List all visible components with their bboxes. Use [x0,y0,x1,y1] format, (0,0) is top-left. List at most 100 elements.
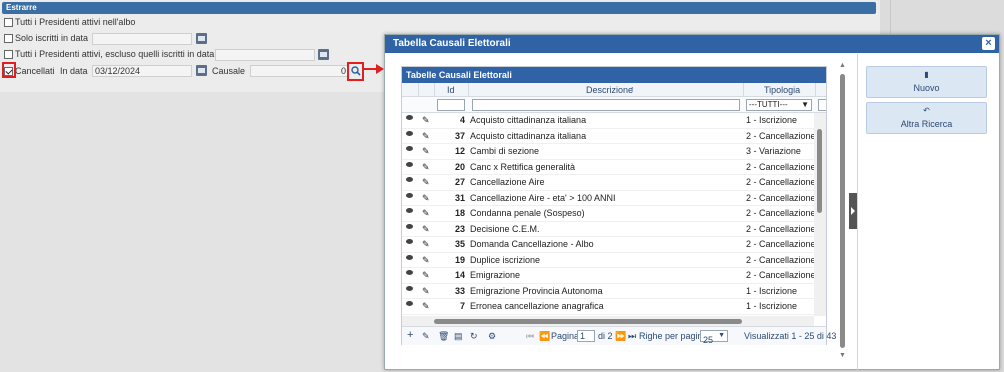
checkbox[interactable] [4,49,13,59]
extra-filter-input[interactable] [818,99,826,111]
view-icon[interactable] [406,146,413,151]
escluso-date-field[interactable] [215,49,315,61]
edit-icon[interactable]: ✎ [422,177,430,188]
refresh-icon[interactable]: ↻ [470,331,478,342]
edit-icon[interactable]: ✎ [422,270,430,281]
edit-icon[interactable]: ✎ [422,255,430,266]
in-data-field[interactable]: 03/12/2024 [92,65,192,77]
delete-icon[interactable]: 🗑 [438,331,449,342]
calendar-icon[interactable] [318,49,329,60]
table-row[interactable]: ✎ 37 Acquisto cittadinanza italiana 2 - Can… [402,129,814,144]
table-row[interactable]: ✎ 7 Erronea cancellazione anagrafica 1 - Is… [402,299,814,315]
checkbox[interactable] [4,17,13,27]
cell-descrizione: Decisione C.E.M. [470,223,540,234]
first-page-icon[interactable]: ⏮ [526,331,534,342]
cell-tipologia: 2 - Cancellazione [746,239,814,249]
grid-vertical-scrollbar[interactable] [814,113,826,316]
causali-modal: Tabella Causali Elettorali × Tabelle Cau… [384,34,1000,370]
modal-vertical-scrollbar[interactable]: ▲ ▼ [837,62,847,362]
page-input[interactable]: 1 [577,330,595,342]
id-filter-input[interactable] [437,99,465,111]
view-icon[interactable] [406,130,413,136]
table-row[interactable]: ✎ 23 Decisione C.E.M. 2 - Cancellazione [402,222,814,237]
edit-icon[interactable]: ✎ [422,162,430,173]
option-solo-iscritti[interactable]: Solo iscritti in data [4,31,88,45]
view-icon[interactable] [406,177,413,182]
view-icon[interactable] [406,192,413,198]
in-data-label: In data [60,66,88,76]
calendar-icon[interactable] [196,65,207,76]
view-icon[interactable] [406,270,413,275]
view-icon[interactable] [406,161,413,167]
table-row[interactable]: ✎ 19 Duplice iscrizione 2 - Cancellazione [402,253,814,268]
edit-icon[interactable]: ✎ [422,146,430,157]
column-header-tipologia[interactable]: Tipologia [764,85,800,95]
rows-per-page-select[interactable]: 25 ▼ [700,330,728,345]
grid-title: Tabelle Causali Elettorali [402,67,826,83]
option-tutti-presidenti[interactable]: Tutti i Presidenti attivi nell'albo [4,15,135,29]
option-escluso-iscritti[interactable]: Tutti i Presidenti attivi, escluso quell… [4,47,214,61]
column-divider [468,83,469,97]
solo-iscritti-date-field[interactable] [92,33,192,45]
edit-icon[interactable]: ✎ [422,331,430,342]
view-icon[interactable] [406,285,413,291]
nuovo-button[interactable]: ▮ Nuovo [866,66,987,98]
edit-icon[interactable]: ✎ [422,301,430,312]
cell-descrizione: Erronea cancellazione anagrafica [470,301,604,311]
edit-icon[interactable]: ✎ [422,115,430,126]
grid-body: ✎ 4 Acquisto cittadinanza italiana 1 - Iscr… [402,113,814,316]
view-icon[interactable] [406,223,413,229]
scroll-down-icon[interactable]: ▼ [839,352,846,359]
view-icon[interactable] [406,208,413,213]
column-header-id[interactable]: Id [447,85,455,95]
view-icon[interactable] [406,239,413,244]
next-page-icon[interactable]: ⏩ [615,331,626,342]
prev-page-icon[interactable]: ⏪ [539,331,550,342]
cell-id: 18 [454,208,465,218]
scrollbar-thumb[interactable] [840,74,845,348]
scrollbar-thumb[interactable] [434,319,742,324]
calendar-icon[interactable] [196,33,207,44]
column-divider [743,83,744,97]
table-row[interactable]: ✎ 12 Cambi di sezione 3 - Variazione [402,144,814,160]
undo-icon: ↶ [923,106,930,115]
table-row[interactable]: ✎ 31 Cancellazione Aire - eta' > 100 ANNI 2… [402,191,814,206]
gear-icon[interactable]: ⚙ [488,331,496,342]
grid-horizontal-scrollbar[interactable] [402,316,814,326]
background-divider [890,0,891,34]
last-page-icon[interactable]: ⏭ [628,331,636,342]
table-row[interactable]: ✎ 20 Canc x Rettifica generalità 2 - Cancel… [402,160,814,175]
causali-grid: Tabelle Causali Elettorali Id Descrizion… [401,66,836,345]
export-icon[interactable]: ▤ [454,331,463,342]
edit-icon[interactable]: ✎ [422,286,430,297]
table-row[interactable]: ✎ 18 Condanna penale (Sospeso) 2 - Cancella… [402,206,814,222]
checkbox[interactable] [4,33,13,43]
scroll-up-icon[interactable]: ▲ [839,62,846,69]
cell-id: 19 [454,254,465,265]
edit-icon[interactable]: ✎ [422,131,430,142]
cell-descrizione: Duplice iscrizione [470,254,541,265]
close-icon[interactable]: × [982,37,995,50]
table-row[interactable]: ✎ 35 Domanda Cancellazione - Albo 2 - Cance… [402,237,814,253]
edit-icon[interactable]: ✎ [422,224,430,235]
sort-asc-icon[interactable]: ↑ [630,84,635,94]
table-row[interactable]: ✎ 33 Emigrazione Provincia Autonoma 1 - Isc… [402,284,814,299]
add-icon[interactable]: + [407,329,413,341]
column-header-descrizione[interactable]: Descrizione [586,85,633,95]
tipologia-filter-select[interactable]: ---TUTTI--- ▼ [746,99,812,111]
causale-field[interactable]: 0 [250,65,349,77]
descrizione-filter-input[interactable] [472,99,740,111]
view-icon[interactable] [406,301,413,306]
panel-splitter-handle[interactable] [849,193,857,229]
altra-ricerca-button[interactable]: ↶ Altra Ricerca [866,102,987,134]
view-icon[interactable] [406,115,413,120]
edit-icon[interactable]: ✎ [422,208,430,219]
table-row[interactable]: ✎ 14 Emigrazione 2 - Cancellazione [402,268,814,284]
view-icon[interactable] [406,254,413,260]
table-row[interactable]: ✎ 27 Cancellazione Aire 2 - Cancellazione [402,175,814,191]
table-row[interactable]: ✎ 4 Acquisto cittadinanza italiana 1 - Iscr… [402,113,814,129]
edit-icon[interactable]: ✎ [422,239,430,250]
scrollbar-thumb[interactable] [817,129,822,213]
search-icon[interactable] [350,66,361,77]
edit-icon[interactable]: ✎ [422,193,430,204]
